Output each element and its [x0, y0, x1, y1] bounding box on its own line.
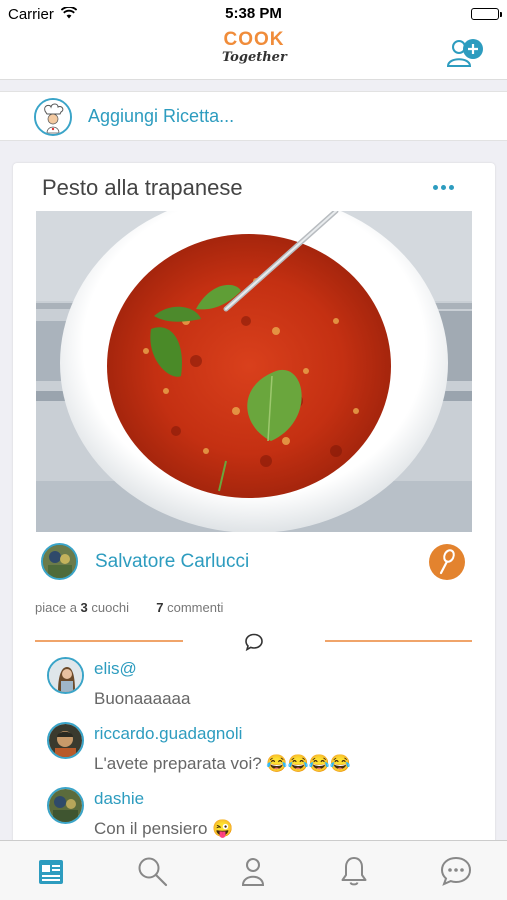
commenter-name[interactable]: dashie [94, 789, 144, 809]
add-friend-button[interactable] [445, 36, 485, 70]
recipe-title: Pesto alla trapanese [42, 175, 243, 200]
likes-prefix: piace a [35, 600, 77, 615]
comment-text: Con il pensiero 😜 [94, 819, 234, 838]
battery-icon [471, 8, 502, 20]
commenter-name[interactable]: riccardo.guadagnoli [94, 724, 242, 744]
comment-text: Buonaaaaaa [94, 689, 191, 708]
spoon-button[interactable] [429, 544, 465, 580]
likes-count[interactable]: 3 [81, 600, 88, 615]
clock: 5:38 PM [225, 5, 282, 22]
tab-feed[interactable] [36, 855, 68, 887]
comments-count[interactable]: 7 [156, 600, 163, 615]
commenter-avatar[interactable] [47, 657, 84, 694]
search-icon [138, 857, 168, 887]
add-recipe-bar[interactable]: Aggiungi Ricetta... [0, 91, 507, 141]
comments-suffix[interactable]: commenti [167, 600, 223, 615]
chef-avatar [34, 98, 72, 136]
recipe-post-card: Pesto alla trapanese Salvatore Carlucci … [13, 163, 495, 863]
app-logo: COOK Together [222, 29, 287, 74]
tab-profile[interactable] [237, 855, 269, 887]
tab-messages[interactable] [440, 855, 472, 887]
divider-left [35, 640, 183, 642]
add-recipe-label: Aggiungi Ricetta... [88, 106, 235, 126]
add-user-icon [446, 39, 483, 67]
profile-icon [241, 858, 265, 886]
more-dot-icon [433, 184, 438, 190]
commenter-name[interactable]: elis@ [94, 659, 137, 679]
tab-bar [0, 840, 507, 900]
more-dot-icon [441, 184, 446, 190]
tab-notifications[interactable] [338, 855, 370, 887]
more-dot-icon [449, 184, 454, 190]
logo-together: Together [222, 50, 287, 65]
comment-bubble-icon[interactable] [244, 632, 264, 652]
author-avatar [41, 543, 78, 580]
post-author[interactable]: Salvatore Carlucci [41, 543, 471, 583]
spoon-icon [439, 549, 455, 575]
bell-icon [341, 857, 367, 886]
comment-text: L'avete preparata voi? 😂😂😂😂 [94, 754, 352, 773]
author-name: Salvatore Carlucci [95, 551, 250, 572]
commenter-avatar[interactable] [47, 787, 84, 824]
feed-icon [39, 860, 63, 884]
more-options-button[interactable] [433, 181, 459, 193]
tab-search[interactable] [136, 855, 168, 887]
likes-suffix[interactable]: cuochi [91, 600, 129, 615]
logo-cook: COOK [223, 29, 285, 50]
divider-right [325, 640, 472, 642]
post-stats: piace a 3 cuochi 7 commenti [35, 600, 223, 615]
nav-bar: COOK Together [0, 28, 507, 80]
status-bar: Carrier 5:38 PM [0, 0, 507, 28]
commenter-avatar[interactable] [47, 722, 84, 759]
chat-icon [440, 856, 472, 886]
recipe-photo[interactable] [36, 211, 472, 532]
